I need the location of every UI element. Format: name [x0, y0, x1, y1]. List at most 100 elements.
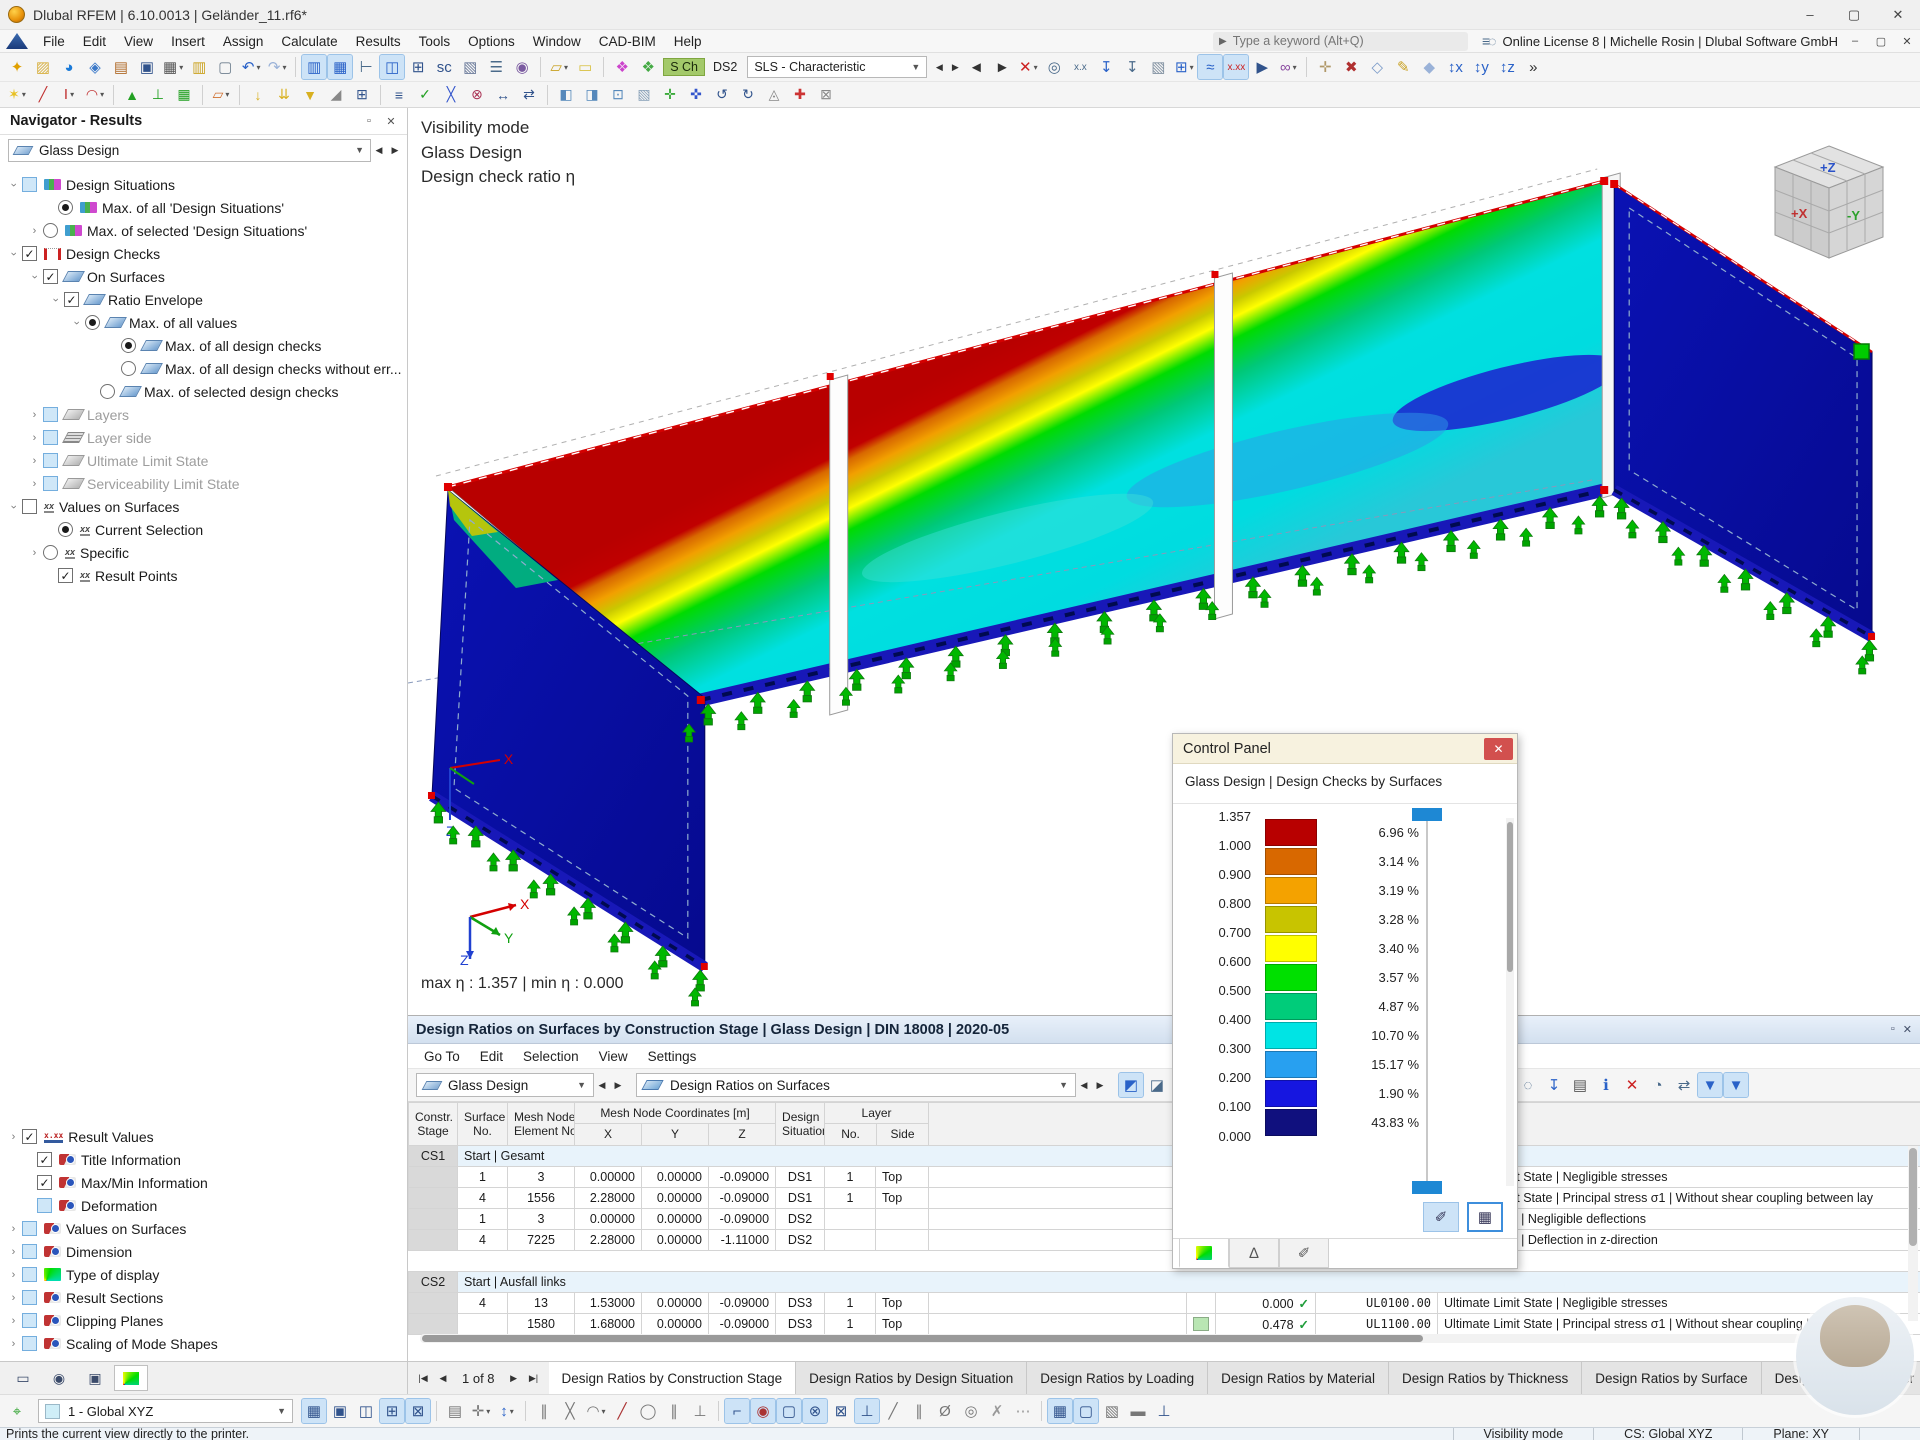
- child-minimize-button[interactable]: –: [1842, 31, 1868, 51]
- coordinate-input-icon[interactable]: ↕▾: [495, 1399, 519, 1423]
- table-print-icon[interactable]: ▤: [1568, 1073, 1592, 1097]
- visibility-region-icon[interactable]: ▱▾: [547, 55, 571, 79]
- edge-icon[interactable]: ╱: [881, 1399, 905, 1423]
- tree-item-deformation[interactable]: Deformation: [6, 1194, 407, 1217]
- restore-button[interactable]: ▢: [1832, 0, 1876, 29]
- show-loads-icon[interactable]: ◎: [1042, 55, 1066, 79]
- cross-select-icon[interactable]: ⊗: [803, 1399, 827, 1423]
- scale-options-button[interactable]: ▦: [1467, 1202, 1503, 1232]
- search-input[interactable]: [1233, 34, 1462, 48]
- design-situation-badge[interactable]: DS2: [707, 59, 743, 75]
- show-result-values-icon[interactable]: ↧: [1120, 55, 1144, 79]
- mesh-icon[interactable]: ≡: [387, 84, 411, 106]
- result-section-icon[interactable]: ▶: [1250, 55, 1274, 79]
- corner-select-icon[interactable]: ⊥: [855, 1399, 879, 1423]
- tree-item-on-surfaces[interactable]: ›✓ On Surfaces: [6, 265, 407, 288]
- navigation-cube[interactable]: +Z +X -Y: [1757, 140, 1902, 270]
- ortho-icon[interactable]: ⌐: [725, 1399, 749, 1423]
- navigator-pin-icon[interactable]: ▫: [359, 115, 379, 127]
- col-design-situation[interactable]: DesignSituation: [776, 1103, 825, 1146]
- menu-cad-bim[interactable]: CAD-BIM: [590, 31, 665, 52]
- member-icon[interactable]: Ⅰ▾: [57, 84, 81, 106]
- arc-icon[interactable]: ◠▾: [83, 84, 107, 106]
- tree-item-layers[interactable]: › Layers: [6, 403, 407, 426]
- box-select-icon[interactable]: ▢: [777, 1399, 801, 1423]
- circle-snap-icon[interactable]: ◯: [636, 1399, 660, 1423]
- delete-box-icon[interactable]: ⊠: [814, 84, 838, 106]
- arc-snap-icon[interactable]: ◠▾: [584, 1399, 608, 1423]
- prev-loading-icon[interactable]: ◄: [964, 55, 988, 79]
- table-menu-selection[interactable]: Selection: [513, 1047, 589, 1066]
- hatch-icon[interactable]: ▧: [632, 84, 656, 106]
- model-viewport[interactable]: X Z X Y Z: [408, 108, 1920, 1015]
- tree-item-design-situations[interactable]: › Design Situations: [6, 173, 407, 196]
- license-list-icon[interactable]: ≡◌: [1482, 33, 1495, 49]
- coordinate-system-combo[interactable]: 1 - Global XYZ ▼: [38, 1399, 293, 1423]
- table-row[interactable]: 4 13 1.53000 0.00000 -0.09000 DS3 1 Top …: [409, 1293, 1920, 1314]
- tree-item-clipping-planes[interactable]: › Clipping Planes: [6, 1309, 407, 1332]
- view-x-icon[interactable]: ↕x: [1443, 55, 1467, 79]
- construction-stage-badge[interactable]: S Ch: [663, 58, 705, 76]
- combo-next-button[interactable]: ▶: [947, 57, 963, 77]
- table-info-icon[interactable]: ℹ: [1594, 1073, 1618, 1097]
- table-combo2-next[interactable]: ▶: [1092, 1075, 1108, 1095]
- table-row[interactable]: 1 3 0.00000 0.00000 -0.09000 DS1 1 Top U…: [409, 1167, 1920, 1188]
- line-snap-icon[interactable]: ╱: [610, 1399, 634, 1423]
- parallel2-icon[interactable]: ∥: [907, 1399, 931, 1423]
- pan-icon[interactable]: ✛: [1313, 55, 1337, 79]
- navigator-tab-results[interactable]: [114, 1365, 148, 1391]
- tree-item-layer-side[interactable]: › Layer side: [6, 426, 407, 449]
- show-results-icon[interactable]: ↧: [1094, 55, 1118, 79]
- new-file-icon[interactable]: ✦: [5, 55, 29, 79]
- more-tools-icon[interactable]: »: [1521, 55, 1545, 79]
- table-horizontal-scrollbar[interactable]: [420, 1334, 1810, 1343]
- navigator-close-icon[interactable]: ✕: [381, 115, 401, 128]
- work-plane-icon[interactable]: ▦: [302, 1399, 326, 1423]
- control-panel-tab-filter[interactable]: ✐: [1279, 1239, 1329, 1268]
- pager-next-button[interactable]: ▶: [505, 1367, 523, 1389]
- tree-item-dimension[interactable]: › Dimension: [6, 1240, 407, 1263]
- navigator-tab-visibility[interactable]: ◉: [42, 1365, 76, 1391]
- col-surface-no[interactable]: SurfaceNo.: [458, 1103, 508, 1146]
- move-cross-icon[interactable]: ✛: [658, 84, 682, 106]
- model-sphere-icon[interactable]: ◈: [83, 55, 107, 79]
- tree-item-title-information[interactable]: ✓ Title Information: [6, 1148, 407, 1171]
- null-icon[interactable]: Ø: [933, 1399, 957, 1423]
- table-chart-icon[interactable]: ◔: [1646, 1073, 1670, 1097]
- tab-design-ratios-by-thickness[interactable]: Design Ratios by Thickness: [1389, 1362, 1582, 1394]
- tree-item-ultimate-limit-state[interactable]: › Ultimate Limit State: [6, 449, 407, 472]
- navigator-tab-display[interactable]: ▭: [6, 1365, 40, 1391]
- line-support-icon[interactable]: ⊥: [146, 84, 170, 106]
- check-mesh-icon[interactable]: ✓: [413, 84, 437, 106]
- tree-item-values-on-surfaces-2[interactable]: › Values on Surfaces: [6, 1217, 407, 1240]
- tree-item-type-of-display[interactable]: › Type of display: [6, 1263, 407, 1286]
- surface-support-icon[interactable]: ▦: [172, 84, 196, 106]
- load-wizard-icon[interactable]: ⊞: [350, 84, 374, 106]
- add-icon[interactable]: ✚: [788, 84, 812, 106]
- tree-item-max-all-design-situations[interactable]: Max. of all 'Design Situations': [6, 196, 407, 219]
- scale-edit-button[interactable]: ✐: [1423, 1202, 1459, 1232]
- dashed-box-icon[interactable]: ▢: [1074, 1399, 1098, 1423]
- plane-xz-icon[interactable]: ◫: [354, 1399, 378, 1423]
- redo-icon[interactable]: ↷▾: [265, 55, 289, 79]
- control-panel-tab-factors[interactable]: ∆: [1229, 1239, 1279, 1268]
- control-panel-titlebar[interactable]: Control Panel ✕: [1173, 734, 1517, 764]
- grid-icon[interactable]: ⊠: [406, 1399, 430, 1423]
- zoom-reset-icon[interactable]: ✖: [1339, 55, 1363, 79]
- sc-window-icon[interactable]: sc: [432, 55, 456, 79]
- sync-model-icon[interactable]: ◕: [57, 55, 81, 79]
- tree-item-design-checks[interactable]: ›✓ Design Checks: [6, 242, 407, 265]
- child-close-button[interactable]: ✕: [1894, 31, 1920, 51]
- tab-design-ratios-by-design-situation[interactable]: Design Ratios by Design Situation: [796, 1362, 1027, 1394]
- generated-load-icon[interactable]: ◢: [324, 84, 348, 106]
- design-situation-combo[interactable]: SLS - Characteristic▼: [747, 56, 927, 78]
- tables-view-icon[interactable]: ▦: [328, 55, 352, 79]
- navigator-tab-views[interactable]: ▣: [78, 1365, 112, 1391]
- app-menu-icon[interactable]: [6, 33, 28, 49]
- panels-view-icon[interactable]: ◫: [380, 55, 404, 79]
- node-support-icon[interactable]: ▲: [120, 84, 144, 106]
- mesh-grid-icon[interactable]: ▦: [1048, 1399, 1072, 1423]
- tree-item-values-on-surfaces[interactable]: ›xx Values on Surfaces: [6, 495, 407, 518]
- table-menu-settings[interactable]: Settings: [638, 1047, 707, 1066]
- tab-design-ratios-by-loading[interactable]: Design Ratios by Loading: [1027, 1362, 1208, 1394]
